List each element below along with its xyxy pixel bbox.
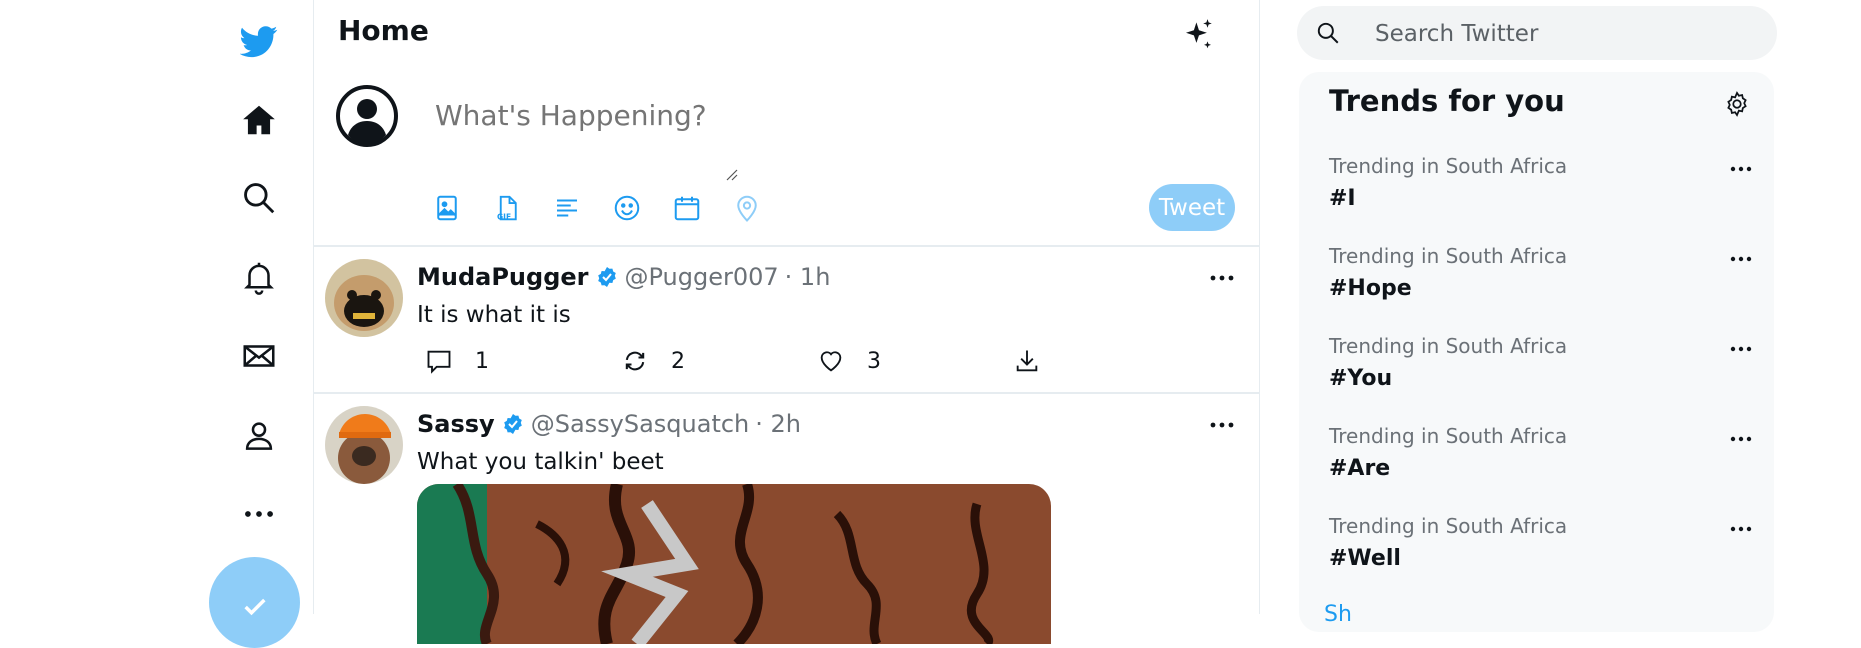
sidebar-nav: [0, 0, 314, 648]
verified-badge-icon: [503, 414, 522, 434]
tweet-text: What you talkin' beet: [417, 449, 664, 475]
download-icon: [1016, 350, 1038, 372]
like-button[interactable]: 3: [817, 347, 1013, 375]
share-button[interactable]: [1013, 347, 1209, 375]
reply-icon: [427, 350, 451, 374]
resize-handle-icon[interactable]: [725, 168, 739, 182]
trend-hashtag[interactable]: #I: [1329, 186, 1749, 211]
bell-icon[interactable]: [238, 256, 280, 298]
more-options-icon[interactable]: [1727, 432, 1755, 446]
location-icon[interactable]: [731, 192, 763, 224]
avatar[interactable]: [325, 259, 403, 337]
image-icon[interactable]: [431, 192, 463, 224]
trend-item[interactable]: Trending in South Africa #Well: [1329, 514, 1752, 594]
profile-icon[interactable]: [238, 415, 280, 457]
like-count: 3: [867, 348, 881, 374]
mail-icon[interactable]: [238, 335, 280, 377]
trend-hashtag[interactable]: #You: [1329, 366, 1749, 391]
more-options-icon[interactable]: [1727, 252, 1755, 266]
tweet-actions: 1 2 3: [425, 347, 1209, 375]
more-options-icon[interactable]: [1207, 269, 1237, 287]
avatar[interactable]: [325, 406, 403, 484]
search-icon[interactable]: [238, 177, 280, 219]
emoji-icon[interactable]: [611, 192, 643, 224]
reply-button[interactable]: 1: [425, 347, 621, 375]
tweet-header: MudaPugger @Pugger007 · 1h: [417, 263, 830, 291]
svg-text:GIF: GIF: [497, 212, 511, 221]
more-options-icon[interactable]: [1207, 416, 1237, 434]
author-handle[interactable]: @SassySasquatch: [531, 410, 750, 438]
trend-context: Trending in South Africa: [1329, 424, 1568, 448]
poll-icon[interactable]: [551, 192, 583, 224]
main-feed: Home GIF: [313, 0, 1260, 644]
verified-badge-icon: [597, 267, 616, 287]
sparkle-icon[interactable]: [1179, 16, 1217, 54]
page-title: Home: [338, 14, 429, 47]
schedule-icon[interactable]: [671, 192, 703, 224]
trend-context: Trending in South Africa: [1329, 154, 1568, 178]
trend-context: Trending in South Africa: [1329, 244, 1568, 268]
gear-icon[interactable]: [1723, 90, 1751, 118]
author-name[interactable]: Sassy: [417, 410, 495, 438]
trend-hashtag[interactable]: #Well: [1329, 546, 1749, 571]
more-options-icon[interactable]: [1727, 342, 1755, 356]
more-options-icon[interactable]: [1727, 522, 1755, 536]
retweet-button[interactable]: 2: [621, 347, 817, 375]
tweet[interactable]: Sassy @SassySasquatch · 2h What you talk…: [313, 394, 1259, 644]
right-sidebar: Trends for you Trending in South Africa …: [1259, 0, 1861, 632]
tweet-composer: GIF Tweet: [313, 70, 1259, 247]
tweet-text: It is what it is: [417, 302, 571, 328]
trends-panel: Trends for you Trending in South Africa …: [1299, 72, 1774, 632]
tweet-button[interactable]: Tweet: [1149, 184, 1235, 231]
trend-hashtag[interactable]: #Hope: [1329, 276, 1749, 301]
compose-tweet-button[interactable]: [209, 557, 300, 648]
composer-toolbar: GIF: [431, 192, 763, 224]
tweet-media-image[interactable]: [417, 484, 1051, 644]
check-icon: [243, 598, 266, 616]
trend-hashtag[interactable]: #Are: [1329, 456, 1749, 481]
trends-title: Trends for you: [1329, 84, 1565, 118]
more-icon[interactable]: [238, 493, 280, 535]
heart-icon: [820, 351, 842, 372]
trend-item[interactable]: Trending in South Africa #Hope: [1329, 244, 1752, 324]
trend-context: Trending in South Africa: [1329, 514, 1568, 538]
twitter-logo-icon[interactable]: [238, 20, 280, 62]
gif-icon[interactable]: GIF: [491, 192, 523, 224]
show-more-link[interactable]: Sh: [1324, 602, 1352, 627]
search-input[interactable]: [1373, 16, 1757, 52]
search-icon: [1317, 22, 1339, 44]
retweet-icon: [625, 351, 645, 371]
tweet-time: · 2h: [755, 410, 802, 438]
user-avatar-icon: [336, 85, 398, 147]
tweet-time: · 1h: [784, 263, 831, 291]
compose-input[interactable]: [433, 98, 1037, 133]
author-name[interactable]: MudaPugger: [417, 263, 589, 291]
trend-context: Trending in South Africa: [1329, 334, 1568, 358]
trend-item[interactable]: Trending in South Africa #You: [1329, 334, 1752, 414]
reply-count: 1: [475, 348, 489, 374]
retweet-count: 2: [671, 348, 685, 374]
more-options-icon[interactable]: [1727, 162, 1755, 176]
trend-item[interactable]: Trending in South Africa #I: [1329, 154, 1752, 234]
trend-item[interactable]: Trending in South Africa #Are: [1329, 424, 1752, 504]
tweet-header: Sassy @SassySasquatch · 2h: [417, 410, 801, 438]
home-icon[interactable]: [238, 99, 280, 141]
author-handle[interactable]: @Pugger007: [625, 263, 779, 291]
tweet[interactable]: MudaPugger @Pugger007 · 1h It is what it…: [313, 247, 1259, 394]
search-bar[interactable]: [1297, 6, 1777, 60]
